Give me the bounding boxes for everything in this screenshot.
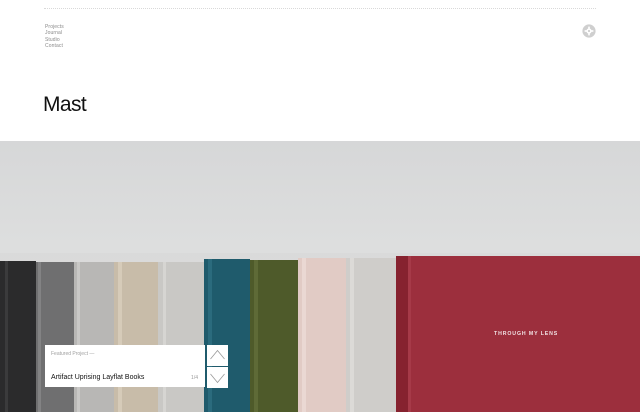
featured-project-card[interactable]: Featured Project — Artifact Uprising Lay… bbox=[45, 345, 205, 387]
chevron-up-icon bbox=[210, 349, 225, 360]
nav-item-journal[interactable]: Journal bbox=[45, 30, 64, 36]
book-cover-title: THROUGH MY LENS bbox=[494, 331, 559, 337]
slide-counter: 1/4 bbox=[191, 375, 198, 381]
chevron-down-icon bbox=[210, 373, 225, 384]
previous-slide-button[interactable] bbox=[207, 345, 228, 366]
nav-item-contact[interactable]: Contact bbox=[45, 43, 64, 49]
featured-label: Featured Project — bbox=[51, 351, 95, 357]
featured-title[interactable]: Artifact Uprising Layflat Books bbox=[51, 374, 144, 381]
next-slide-button[interactable] bbox=[207, 367, 228, 388]
brand-logo[interactable]: Mast bbox=[43, 93, 87, 117]
gear-icon[interactable] bbox=[582, 24, 596, 38]
main-nav: Projects Journal Studio Contact bbox=[45, 24, 64, 49]
top-divider bbox=[44, 8, 596, 9]
